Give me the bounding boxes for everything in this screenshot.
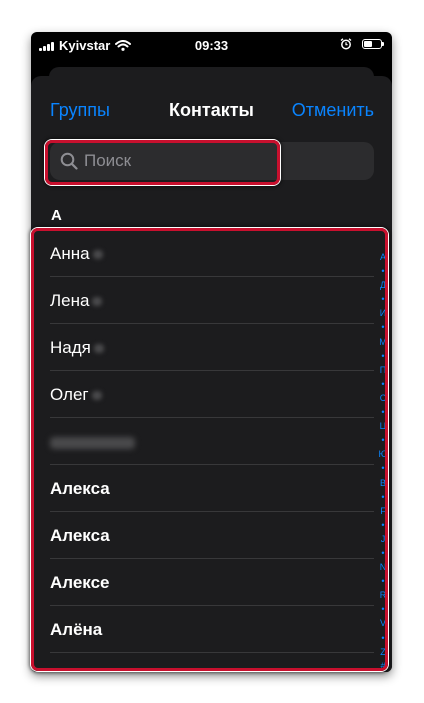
- battery-icon: [362, 39, 384, 49]
- status-right: [340, 38, 384, 50]
- section-header-a: А: [51, 207, 62, 224]
- alarm-clock-icon: [340, 38, 352, 50]
- status-time: 09:33: [194, 38, 229, 53]
- cancel-button[interactable]: Отменить: [292, 99, 374, 121]
- status-bar: Kyivstar 09:33: [31, 32, 392, 60]
- list-highlight-frame: [31, 228, 388, 671]
- search-highlight-frame: [45, 140, 280, 185]
